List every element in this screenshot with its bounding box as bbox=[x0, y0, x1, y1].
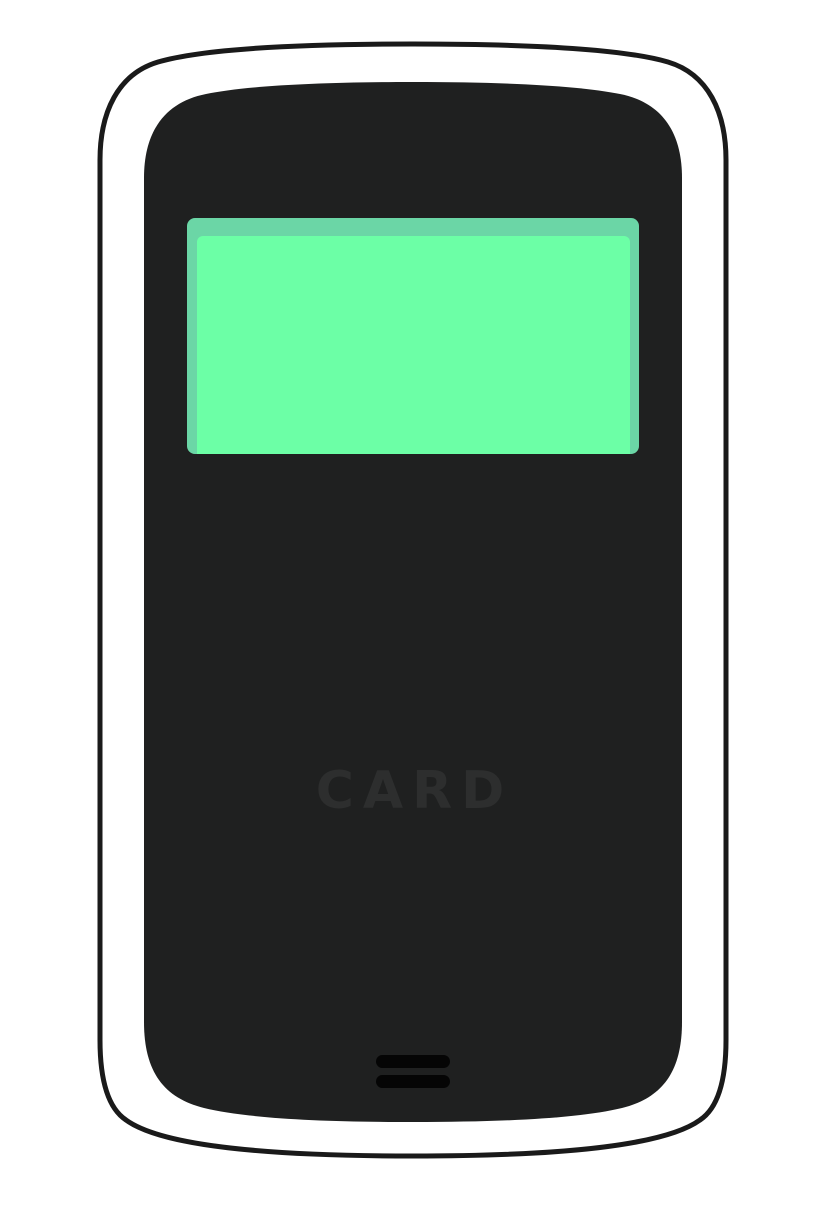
speaker-slot-top bbox=[376, 1055, 450, 1068]
speaker-slot-bottom bbox=[376, 1075, 450, 1088]
card-reader-device bbox=[97, 41, 729, 1159]
screen-display bbox=[197, 236, 630, 454]
screen-bottom-edge bbox=[197, 440, 630, 454]
